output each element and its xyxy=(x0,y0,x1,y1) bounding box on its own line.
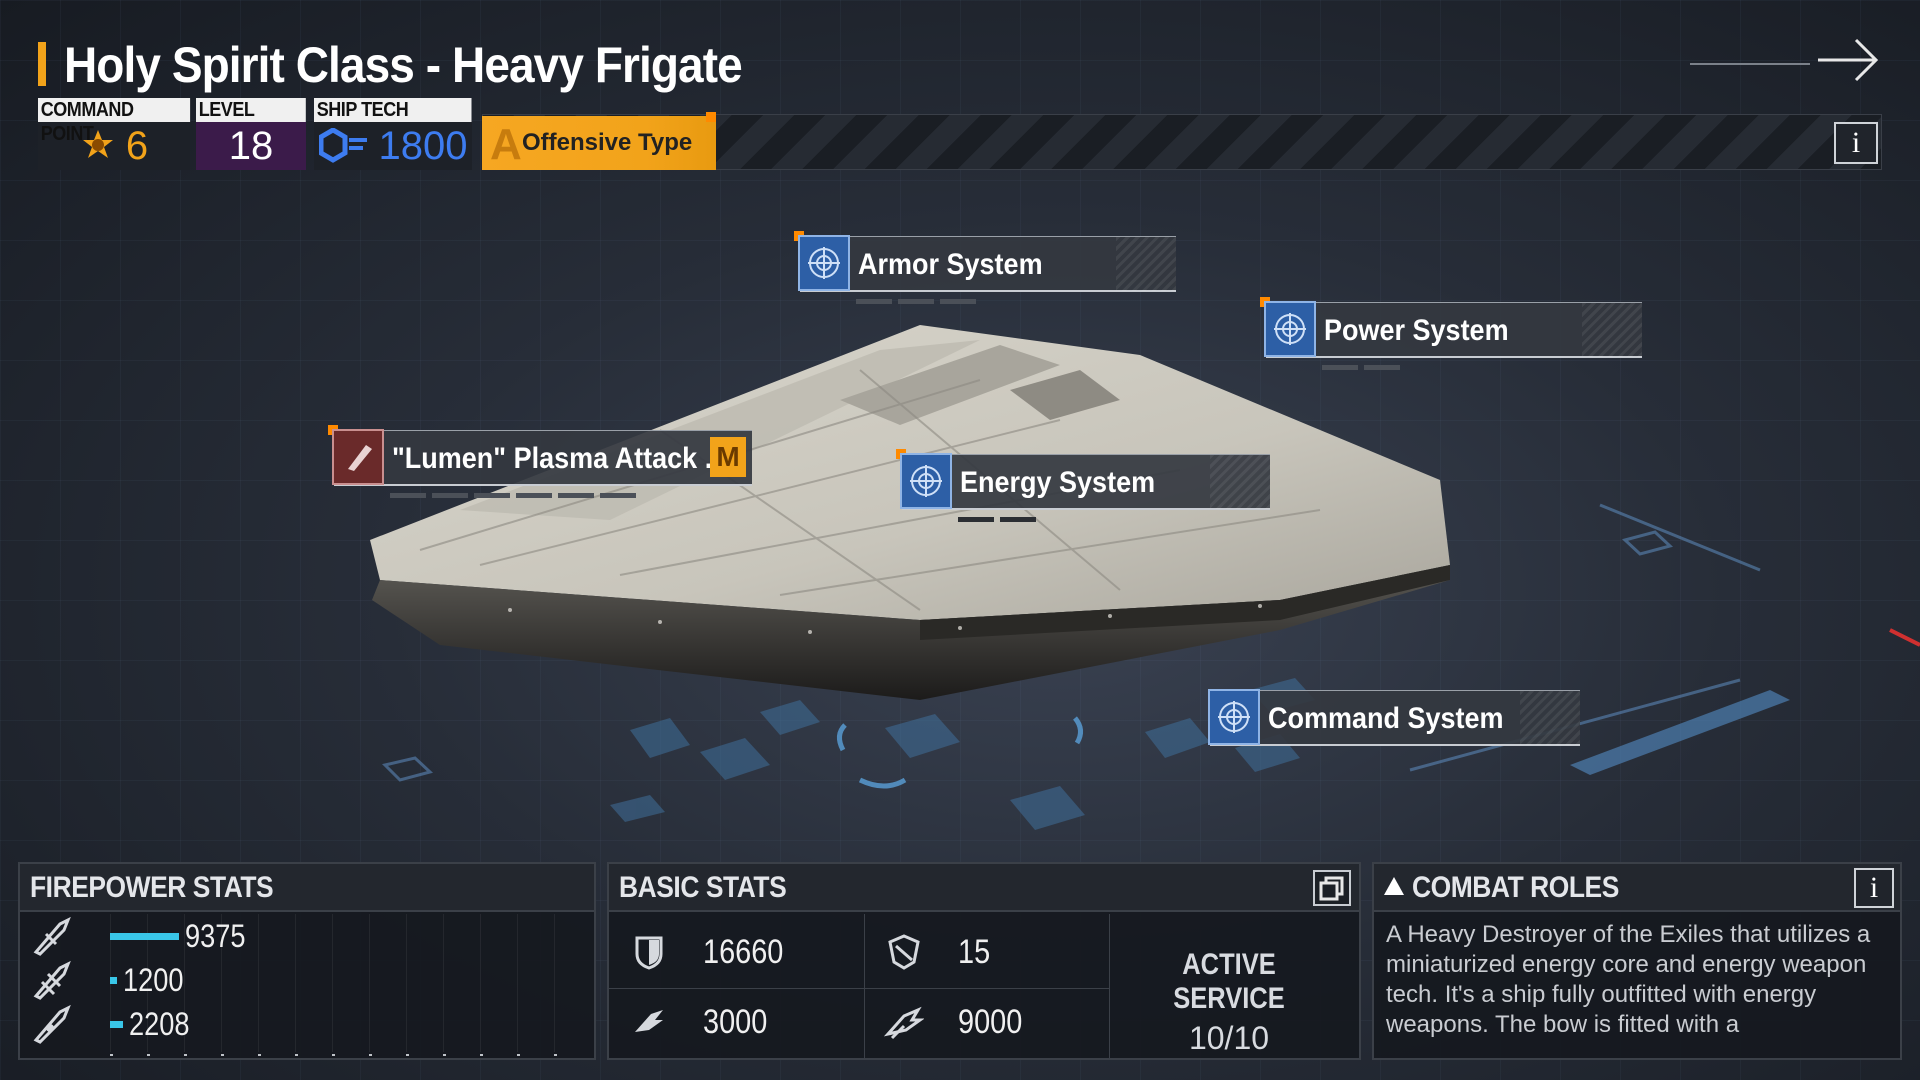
ship-tech-value: 1800 xyxy=(378,123,468,168)
combat-roles-info-button[interactable]: i xyxy=(1854,868,1894,908)
speed-stat: 9000 xyxy=(864,992,1034,1052)
type-label: Offensive Type xyxy=(522,129,693,156)
command-point-label: COMMAND POINT xyxy=(38,98,190,145)
upgrade-dots xyxy=(856,299,976,304)
attack-value: 3000 xyxy=(703,1002,768,1041)
hp-stat: 16660 xyxy=(609,922,798,982)
crosshair-icon xyxy=(900,453,952,509)
shield-icon xyxy=(635,936,663,970)
stripe-decoration xyxy=(1582,303,1642,357)
power-system-label[interactable]: Power System xyxy=(1260,297,1642,370)
weapon-icon xyxy=(332,429,384,485)
combat-roles-description: A Heavy Destroyer of the Exiles that uti… xyxy=(1386,921,1871,1038)
power-system-name: Power System xyxy=(1324,314,1509,347)
firepower-value: 9375 xyxy=(185,917,246,954)
arrow-right-icon[interactable] xyxy=(1690,36,1890,86)
missile-icon xyxy=(33,916,71,956)
basic-stats-title: BASIC STATS xyxy=(609,864,1359,912)
energy-system-label[interactable]: Energy System xyxy=(896,449,1270,522)
stripe-decoration xyxy=(1520,691,1580,745)
hp-value: 16660 xyxy=(703,932,784,971)
crosshair-icon xyxy=(798,235,850,291)
firepower-axis xyxy=(110,1054,570,1056)
weapon-system-name: "Lumen" Plasma Attack ... xyxy=(392,442,728,475)
cannon-icon xyxy=(33,960,71,1000)
firepower-value: 2208 xyxy=(129,1005,190,1042)
shield-stat: 15 xyxy=(864,922,996,982)
active-service-value: 10/10 xyxy=(1188,1020,1270,1056)
command-system-name: Command System xyxy=(1268,702,1504,735)
combat-roles-panel: COMBAT ROLES i A Heavy Destroyer of the … xyxy=(1372,862,1902,1060)
shield-value: 15 xyxy=(958,932,991,971)
weapon-system-label[interactable]: "Lumen" Plasma Attack ... M xyxy=(328,425,752,498)
ship-model[interactable] xyxy=(360,310,1470,710)
wing-icon xyxy=(635,1010,663,1032)
page-title: Holy Spirit Class - Heavy Frigate xyxy=(64,37,743,93)
firepower-stats-title: FIREPOWER STATS xyxy=(20,864,594,912)
level-value: 18 xyxy=(228,123,274,168)
upgrade-dots xyxy=(1322,365,1400,370)
collapse-icon[interactable] xyxy=(1384,877,1404,895)
attack-stat: 3000 xyxy=(609,992,779,1052)
firepower-row: 9375 xyxy=(32,916,256,956)
crosshair-icon xyxy=(1264,301,1316,357)
firepower-row: 2208 xyxy=(32,1004,200,1044)
firepower-bar xyxy=(110,976,117,984)
stripe-decoration xyxy=(1210,455,1270,509)
ship-tech-icon xyxy=(318,128,367,163)
stripe-decoration xyxy=(1116,237,1176,291)
energy-system-name: Energy System xyxy=(960,466,1156,499)
level-box: LEVEL 18 xyxy=(196,98,306,172)
ship-tech-box: SHIP TECH 1800 xyxy=(314,98,472,172)
firepower-value: 1200 xyxy=(123,961,184,998)
active-service-label: ACTIVE SERVICE xyxy=(1173,948,1285,1015)
copy-icon[interactable] xyxy=(1313,870,1351,906)
laser-icon xyxy=(33,1004,71,1044)
active-service: ACTIVE SERVICE 10/10 xyxy=(1109,948,1349,1057)
info-button[interactable]: i xyxy=(1834,122,1878,164)
firepower-stats-panel: FIREPOWER STATS 9375 1200 2208 xyxy=(18,862,596,1060)
firepower-row: 1200 xyxy=(32,960,194,1000)
offensive-type-badge: A Offensive Type xyxy=(482,116,716,170)
upgrade-dots xyxy=(390,493,636,498)
armor-system-name: Armor System xyxy=(858,248,1043,281)
weapon-class-badge: M xyxy=(710,437,746,477)
basic-stats-panel: BASIC STATS 16660 15 3000 9000 ACTIVE SE… xyxy=(607,862,1361,1060)
combat-roles-title: COMBAT ROLES xyxy=(1374,864,1900,912)
ship-tech-label: SHIP TECH xyxy=(314,98,472,122)
title-accent xyxy=(38,42,46,86)
crosshair-icon xyxy=(1208,689,1260,745)
speed-value: 9000 xyxy=(958,1002,1023,1041)
command-point-box: COMMAND POINT 6 xyxy=(38,98,190,172)
upgrade-dots xyxy=(958,517,1036,522)
firepower-bar xyxy=(110,932,179,940)
speed-icon xyxy=(884,1006,924,1040)
armor-system-label[interactable]: Armor System xyxy=(794,231,1176,304)
command-point-value: 6 xyxy=(125,123,149,168)
level-label: LEVEL xyxy=(196,98,306,122)
firepower-bar xyxy=(110,1020,123,1028)
divider xyxy=(609,988,1109,989)
type-badge-glyph: A xyxy=(490,120,522,169)
armor-icon xyxy=(888,934,920,970)
command-system-label[interactable]: Command System xyxy=(1208,689,1580,746)
type-corner-marker xyxy=(706,112,716,122)
